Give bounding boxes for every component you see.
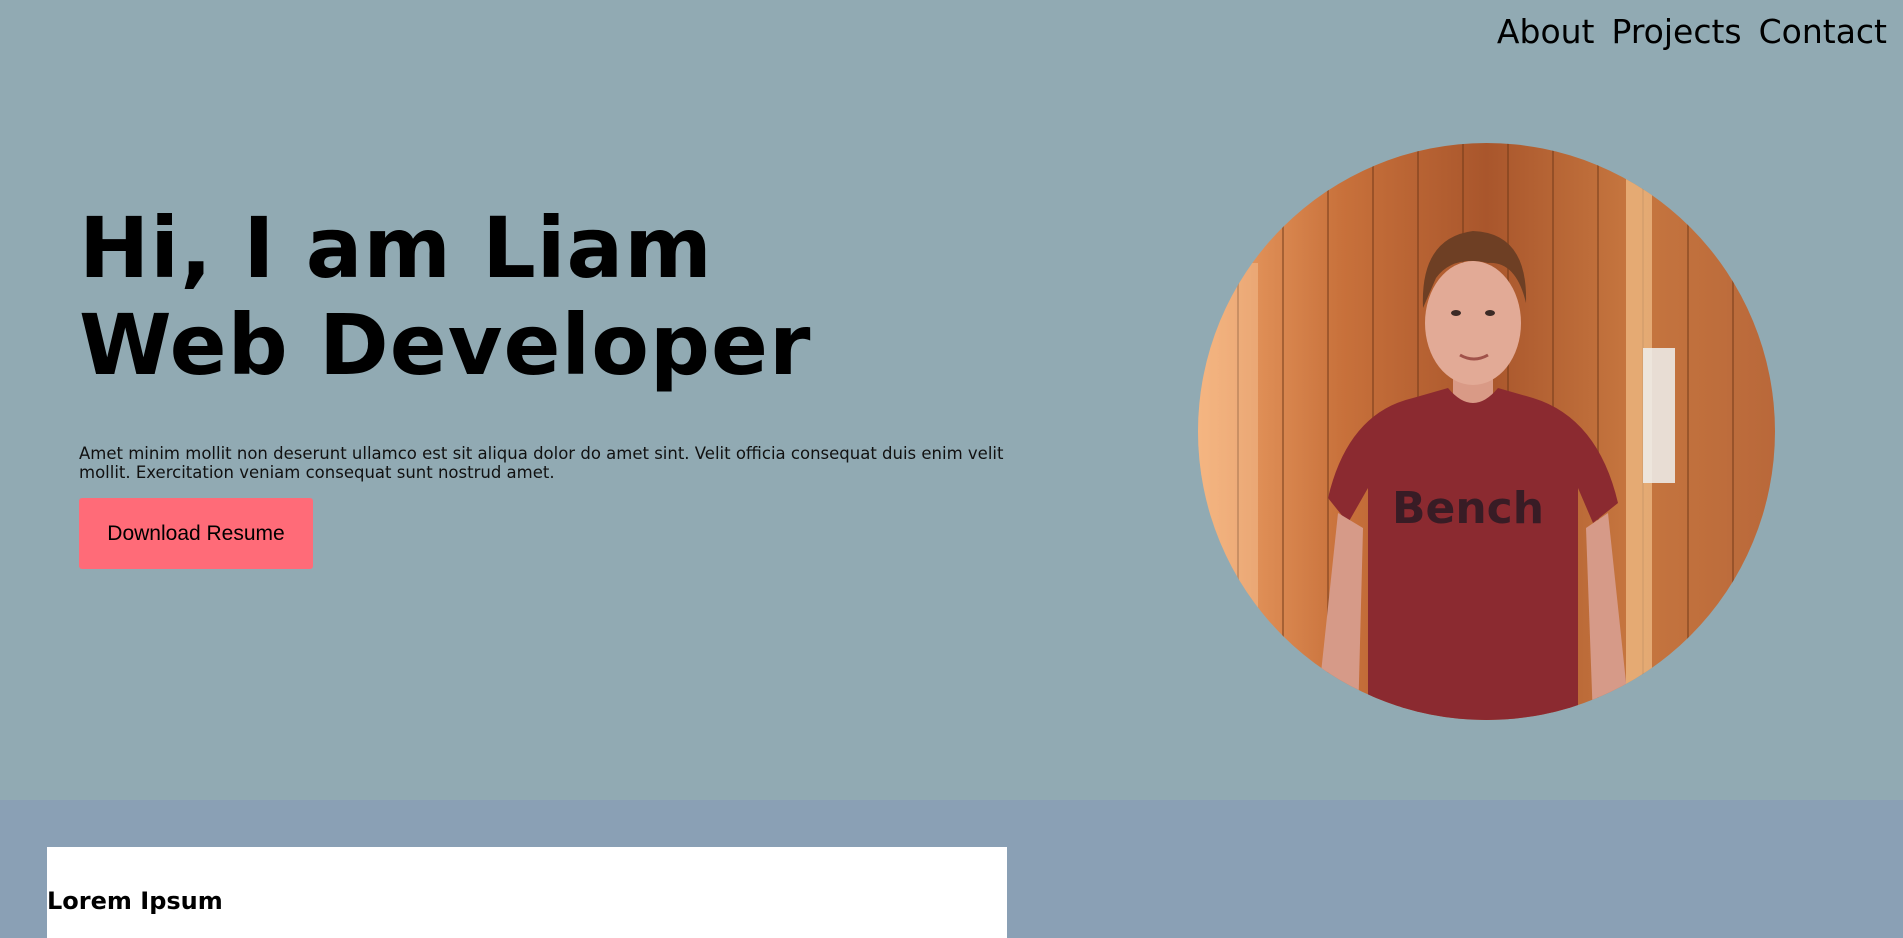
download-resume-button[interactable]: Download Resume	[79, 498, 313, 569]
hero-section: About Projects Contact Hi, I am Liam Web…	[0, 0, 1903, 800]
hero-headline: Hi, I am Liam Web Developer	[79, 200, 811, 394]
profile-photo: Bench	[1198, 143, 1775, 720]
nav-about-link[interactable]: About	[1497, 12, 1595, 51]
top-nav: About Projects Contact	[1497, 12, 1887, 51]
profile-photo-illustration: Bench	[1198, 143, 1775, 720]
shirt-print-text: Bench	[1392, 483, 1544, 534]
hero-description: Amet minim mollit non deserunt ullamco e…	[79, 444, 1004, 482]
card-title: Lorem Ipsum	[47, 887, 223, 915]
nav-contact-link[interactable]: Contact	[1759, 12, 1887, 51]
content-card: Lorem Ipsum	[47, 847, 1007, 938]
content-section: Lorem Ipsum	[0, 800, 1903, 938]
headline-role: Web Developer	[79, 296, 812, 394]
nav-projects-link[interactable]: Projects	[1612, 12, 1742, 51]
headline-greeting: Hi, I am Liam	[79, 199, 713, 297]
